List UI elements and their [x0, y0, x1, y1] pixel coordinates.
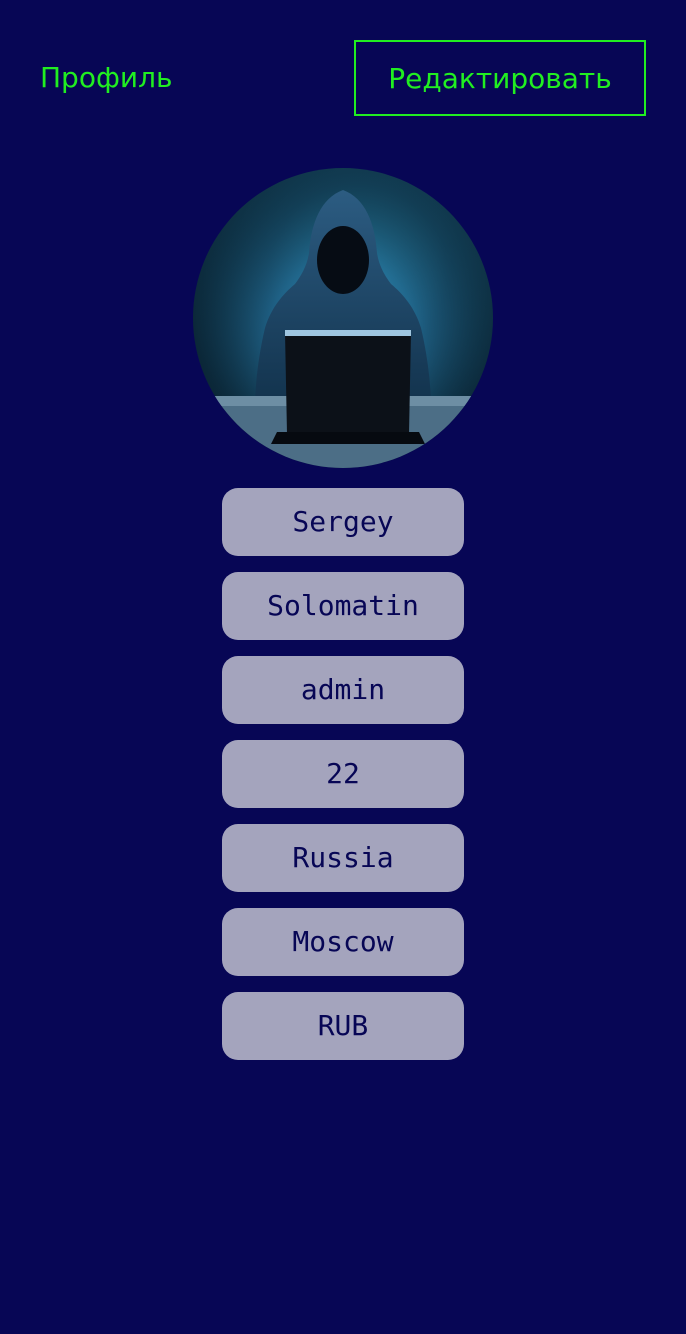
- first-name-field: Sergey: [222, 488, 464, 556]
- edit-button[interactable]: Редактировать: [354, 40, 646, 116]
- profile-screen: Профиль Редактировать Sergey Solomatin a…: [0, 0, 686, 1334]
- last-name-field: Solomatin: [222, 572, 464, 640]
- city-field: Moscow: [222, 908, 464, 976]
- role-field: admin: [222, 656, 464, 724]
- avatar: [193, 168, 493, 468]
- country-field: Russia: [222, 824, 464, 892]
- page-title: Профиль: [40, 61, 173, 94]
- profile-fields: Sergey Solomatin admin 22 Russia Moscow …: [222, 488, 464, 1076]
- currency-field: RUB: [222, 992, 464, 1060]
- hooded-hacker-avatar-icon: [193, 168, 493, 468]
- age-field: 22: [222, 740, 464, 808]
